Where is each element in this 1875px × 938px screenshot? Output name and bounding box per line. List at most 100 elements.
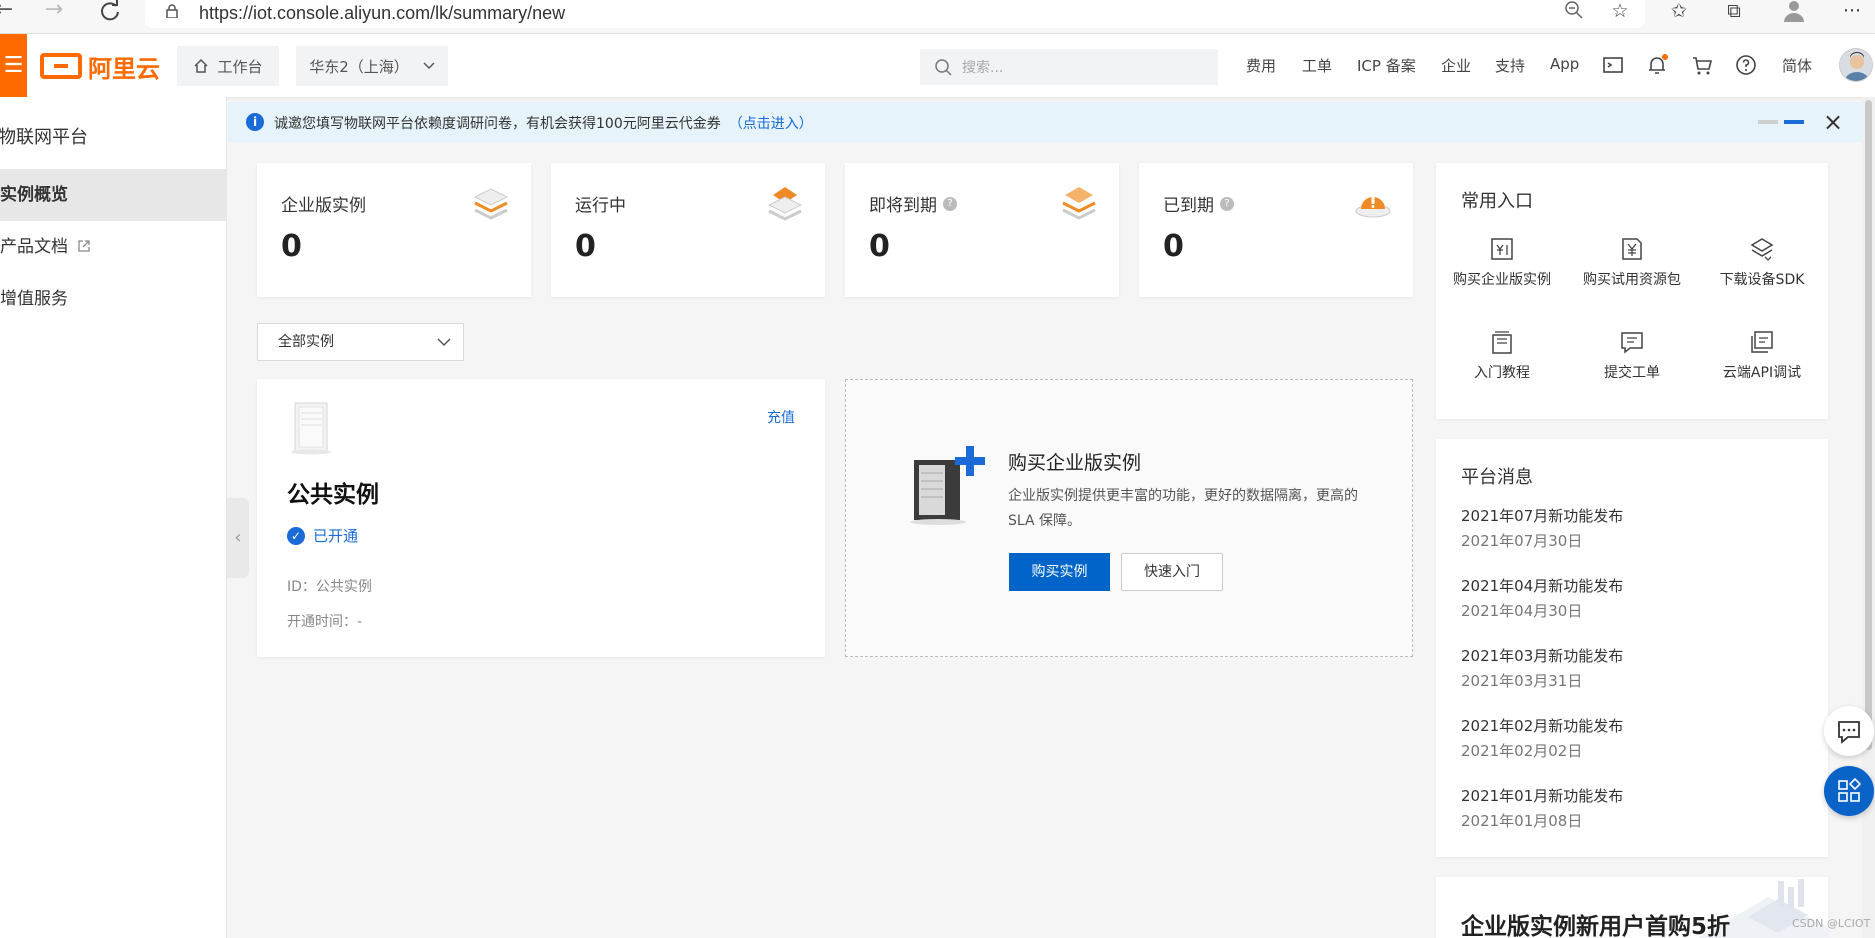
- stat-label: 已到期: [1163, 196, 1214, 216]
- expiring-stack-icon: [1062, 187, 1096, 220]
- public-instance-card[interactable]: 充值 公共实例 ✓ 已开通 ID：公共实例 开通时间：-: [257, 379, 825, 657]
- address-bar[interactable]: https://iot.console.aliyun.com/lk/summar…: [145, 0, 1645, 28]
- profile-icon[interactable]: [1780, 0, 1808, 24]
- home-icon: [194, 58, 209, 73]
- forward-icon[interactable]: →: [40, 0, 68, 22]
- stat-label: 运行中: [575, 196, 626, 216]
- sidebar-item-label: 增值服务: [0, 289, 68, 309]
- nav-link-support[interactable]: 支持: [1495, 55, 1525, 76]
- language-switch[interactable]: 简体: [1782, 55, 1812, 76]
- nav-link-app[interactable]: App: [1550, 55, 1579, 73]
- news-item-date: 2021年07月30日: [1461, 532, 1583, 550]
- api-debug-icon: [1751, 331, 1773, 353]
- scrollbar-thumb[interactable]: [1865, 100, 1872, 750]
- news-item-date: 2021年04月30日: [1461, 602, 1583, 620]
- news-item-date: 2021年02月02日: [1461, 742, 1583, 760]
- chevron-down-icon: [437, 338, 451, 347]
- help-icon[interactable]: [1734, 53, 1758, 77]
- reload-icon[interactable]: [96, 0, 124, 22]
- stat-card-expiring: 即将到期? 0: [845, 163, 1119, 297]
- ticket-icon: [1621, 332, 1643, 354]
- status-text: 已开通: [313, 527, 359, 545]
- running-stack-icon: [767, 187, 803, 221]
- aliyun-logo[interactable]: 阿里云: [40, 50, 160, 83]
- buy-enterprise-icon: [1491, 238, 1513, 260]
- help-icon[interactable]: ?: [1220, 196, 1234, 211]
- logo-text: 阿里云: [88, 54, 160, 83]
- sidebar-item-instance-overview[interactable]: 实例概览: [0, 169, 226, 221]
- buy-card-description: 企业版实例提供更丰富的功能，更好的数据隔离，更高的 SLA 保障。: [1008, 488, 1358, 529]
- stat-card-expired: 已到期? 0: [1139, 163, 1413, 297]
- zoom-out-icon[interactable]: [1560, 0, 1588, 24]
- stat-value: 0: [575, 229, 596, 264]
- nav-link-cost[interactable]: 费用: [1246, 55, 1276, 76]
- stat-card-running: 运行中 0: [551, 163, 825, 297]
- news-item-title[interactable]: 2021年07月新功能发布: [1461, 505, 1623, 526]
- bell-icon[interactable]: [1645, 53, 1669, 77]
- entry-sdk-download[interactable]: 下载设备SDK: [1704, 235, 1820, 289]
- user-avatar-icon: [1844, 52, 1870, 81]
- terminal-icon[interactable]: [1601, 53, 1625, 77]
- sidebar-title: 物联网平台: [0, 127, 88, 148]
- global-search-input[interactable]: 搜索...: [920, 49, 1218, 85]
- stat-value: 0: [869, 229, 890, 264]
- workbench-button[interactable]: 工作台: [177, 46, 279, 86]
- news-item-date: 2021年01月08日: [1461, 812, 1583, 830]
- notice-page-dot-active[interactable]: [1784, 120, 1804, 124]
- favorite-add-icon[interactable]: ☆: [1606, 0, 1634, 24]
- nav-link-enterprise[interactable]: 企业: [1441, 55, 1471, 76]
- news-item-title[interactable]: 2021年01月新功能发布: [1461, 785, 1623, 806]
- common-entries-title: 常用入口: [1461, 191, 1533, 212]
- collections-icon[interactable]: ⧉: [1720, 0, 1748, 24]
- nav-link-ticket[interactable]: 工单: [1302, 55, 1332, 76]
- close-icon[interactable]: ×: [1823, 108, 1843, 136]
- entry-buy-enterprise[interactable]: 购买企业版实例: [1444, 235, 1560, 289]
- entry-buy-trial[interactable]: 购买试用资源包: [1574, 235, 1690, 289]
- expired-alert-icon: [1355, 195, 1391, 218]
- quick-start-button[interactable]: 快速入门: [1121, 553, 1223, 591]
- promo-title: 企业版实例新用户首购5折: [1461, 914, 1731, 938]
- help-icon[interactable]: ?: [943, 196, 957, 211]
- url-text: https://iot.console.aliyun.com/lk/summar…: [199, 3, 566, 23]
- lock-icon: [166, 4, 178, 18]
- instance-filter-select[interactable]: 全部实例: [257, 323, 464, 361]
- apps-button[interactable]: [1824, 766, 1874, 816]
- more-icon[interactable]: ···: [1838, 0, 1866, 24]
- avatar[interactable]: [1839, 48, 1873, 82]
- sidebar-item-value-added[interactable]: 增值服务: [0, 273, 226, 325]
- notice-page-dot[interactable]: [1758, 120, 1778, 124]
- buy-instance-button[interactable]: 购买实例: [1009, 553, 1110, 591]
- notice-link[interactable]: （点击进入）: [729, 116, 813, 132]
- entry-tutorial[interactable]: 入门教程: [1444, 328, 1560, 382]
- browser-toolbar: ← → https://iot.console.aliyun.com/lk/su…: [0, 0, 1875, 34]
- menu-icon[interactable]: ☰: [0, 34, 27, 97]
- news-item-title[interactable]: 2021年04月新功能发布: [1461, 575, 1623, 596]
- entry-label: 购买企业版实例: [1453, 272, 1551, 288]
- instance-open-time: 开通时间：-: [287, 614, 363, 630]
- console-header: ☰ 阿里云 工作台 华东2（上海） 搜索... 费用 工单 ICP 备案 企业 …: [0, 34, 1875, 97]
- news-item-title[interactable]: 2021年03月新功能发布: [1461, 645, 1623, 666]
- chat-button[interactable]: [1824, 706, 1874, 756]
- region-selector[interactable]: 华东2（上海）: [296, 46, 448, 86]
- cart-icon[interactable]: [1690, 53, 1714, 77]
- favorites-icon[interactable]: ✩: [1665, 0, 1693, 24]
- sidebar-item-label: 实例概览: [0, 185, 68, 205]
- server-icon: [291, 402, 331, 455]
- news-item-date: 2021年03月31日: [1461, 672, 1583, 690]
- sidebar-collapse-handle[interactable]: ‹: [227, 498, 249, 578]
- stat-label: 即将到期: [869, 196, 937, 216]
- info-icon: i: [246, 113, 264, 131]
- entry-api-debug[interactable]: 云端API调试: [1704, 328, 1820, 382]
- common-entries-card: 常用入口 购买企业版实例 购买试用资源包 下载设备SDK 入门教程 提交工单 云…: [1436, 163, 1828, 419]
- sidebar-item-product-docs[interactable]: 产品文档: [0, 221, 226, 273]
- workbench-label: 工作台: [217, 57, 263, 76]
- search-icon: [935, 59, 952, 76]
- entry-label: 提交工单: [1604, 365, 1660, 381]
- buy-enterprise-card: 购买企业版实例 企业版实例提供更丰富的功能，更好的数据隔离，更高的 SLA 保障…: [845, 379, 1413, 657]
- news-item-title[interactable]: 2021年02月新功能发布: [1461, 715, 1623, 736]
- nav-link-icp[interactable]: ICP 备案: [1357, 55, 1416, 76]
- recharge-link[interactable]: 充值: [767, 407, 795, 427]
- promo-card[interactable]: 企业版实例新用户首购5折: [1436, 877, 1828, 938]
- back-icon[interactable]: ←: [0, 0, 18, 22]
- entry-submit-ticket[interactable]: 提交工单: [1574, 328, 1690, 382]
